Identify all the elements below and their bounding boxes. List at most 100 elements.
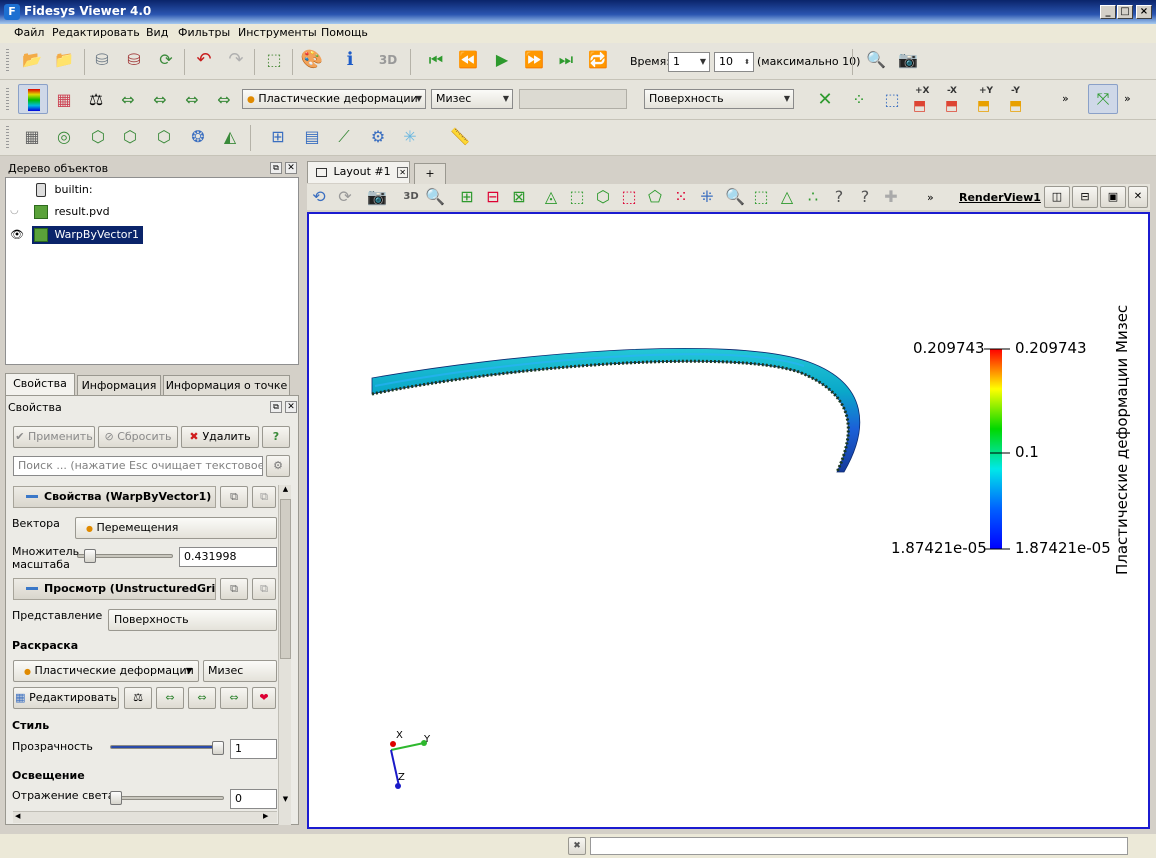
glyph-icon[interactable]: ❂ xyxy=(186,125,210,149)
scroll-left-icon[interactable]: ◀ xyxy=(15,812,20,820)
vectors-combo[interactable]: ● Перемещения xyxy=(75,517,277,539)
grow-selection-icon[interactable]: ⬚ xyxy=(749,185,773,209)
plot-over-line-icon[interactable]: ⟋ xyxy=(332,125,356,149)
eye-open-icon[interactable]: 👁 xyxy=(10,228,24,241)
section-warp-properties[interactable]: Свойства (WarpByVector1) xyxy=(13,486,216,508)
render-view[interactable]: 0.209743 0.209743 0.1 1.87421e-05 1.8742… xyxy=(307,212,1150,829)
view-forward-icon[interactable]: ⟳ xyxy=(333,185,357,209)
scale-factor-input[interactable]: 0.431998 xyxy=(179,547,277,567)
ruler-icon[interactable]: 📏 xyxy=(448,125,472,149)
opacity-slider-thumb[interactable] xyxy=(212,741,224,755)
menu-filters[interactable]: Фильтры xyxy=(178,26,230,39)
tree-item-result[interactable]: result.pvd xyxy=(34,203,110,221)
select-frustum-points-icon[interactable]: ⬚ xyxy=(617,185,641,209)
time-combo[interactable]: 1 ▼ xyxy=(668,52,710,72)
representation-property-combo[interactable]: Поверхность xyxy=(108,609,277,631)
apply-button[interactable]: ✔ Применить xyxy=(13,426,95,448)
minimize-button[interactable]: _ xyxy=(1100,5,1116,19)
edit-colormap-button[interactable]: ▦ Редактировать xyxy=(13,687,119,709)
shrink-selection-icon[interactable]: △ xyxy=(775,185,799,209)
rescale-temporal-range-icon[interactable]: ⇔ xyxy=(220,687,248,709)
component-combo[interactable]: Мизес ▼ xyxy=(431,89,513,109)
field-combo[interactable]: ● Пластические деформации ▼ xyxy=(242,89,426,109)
color-legend-toggle[interactable] xyxy=(18,84,48,114)
first-frame-icon[interactable]: ⏮ xyxy=(424,48,448,72)
delete-button[interactable]: ✖ Удалить xyxy=(181,426,259,448)
zoom-box-icon[interactable]: ⬚ xyxy=(880,88,904,112)
split-horizontal-icon[interactable]: ◫ xyxy=(1044,186,1070,208)
reset-camera-icon[interactable]: ⬚ xyxy=(262,48,286,72)
menu-help[interactable]: Помощь xyxy=(321,26,368,39)
reset-camera-icon[interactable]: ✕ xyxy=(813,88,837,112)
calculator-icon[interactable]: ▦ xyxy=(20,125,44,149)
scroll-down-icon[interactable]: ▼ xyxy=(280,795,291,807)
screenshot-zoom-icon[interactable]: 🔍 xyxy=(864,48,888,72)
representation-combo[interactable]: Поверхность ▼ xyxy=(644,89,794,109)
menu-file[interactable]: Файл xyxy=(14,26,44,39)
tab-layout-1[interactable]: Layout #1 ✕ xyxy=(307,161,410,183)
view-ym-button[interactable]: -Y ⬒ xyxy=(1005,86,1033,114)
tree-item-warp[interactable]: WarpByVector1 xyxy=(32,226,144,244)
contour-icon[interactable]: ◎ xyxy=(52,125,76,149)
favorite-icon[interactable]: ❤ xyxy=(252,687,276,709)
panel-close-icon[interactable]: ✕ xyxy=(285,162,297,174)
3d-mode-icon[interactable]: 3D xyxy=(399,185,423,209)
orientation-axes-toggle-icon[interactable]: ⤧ xyxy=(1088,84,1118,114)
open-file-icon[interactable]: 📂 xyxy=(20,48,44,72)
menu-view[interactable]: Вид xyxy=(146,26,168,39)
copy-display-icon[interactable]: ⧉ xyxy=(220,578,248,600)
close-button[interactable]: × xyxy=(1136,5,1152,19)
select-plus-icon[interactable]: ⊞ xyxy=(455,185,479,209)
choose-preset-icon[interactable]: ⚖ xyxy=(124,687,152,709)
view-xp-button[interactable]: +X ⬒ xyxy=(909,86,937,114)
camera-icon[interactable]: 📷 xyxy=(365,185,389,209)
interactive-zoom-icon[interactable]: 🔍 xyxy=(423,185,447,209)
plot-selection-icon[interactable]: ▤ xyxy=(300,125,324,149)
add-layout-tab[interactable]: + xyxy=(414,163,446,185)
redo-icon[interactable]: ↷ xyxy=(224,48,248,72)
auto-apply-icon[interactable]: ⟳ xyxy=(154,48,178,72)
reset-range-icon[interactable]: ⚖ xyxy=(84,88,108,112)
extract-selection-icon[interactable]: ⊞ xyxy=(266,125,290,149)
next-frame-icon[interactable]: ⏩ xyxy=(522,48,546,72)
paste-display-icon[interactable]: ⧉ xyxy=(252,578,276,600)
reset-button[interactable]: ⊘ Сбросить xyxy=(98,426,178,448)
loop-icon[interactable]: 🔁 xyxy=(586,48,610,72)
view-xm-button[interactable]: -X ⬒ xyxy=(941,86,969,114)
coloring-component-combo[interactable]: Мизес xyxy=(203,660,277,682)
last-frame-icon[interactable]: ⏭ xyxy=(554,48,578,72)
select-toggle-icon[interactable]: ⊠ xyxy=(507,185,531,209)
view-yp-button[interactable]: +Y ⬒ xyxy=(973,86,1001,114)
select-polygon-points-icon[interactable]: ⁙ xyxy=(669,185,693,209)
maximize-view-icon[interactable]: ▣ xyxy=(1100,186,1126,208)
horizontal-scrollbar[interactable]: ◀ ▶ xyxy=(13,811,277,823)
maximize-button[interactable]: □ xyxy=(1117,5,1133,19)
split-vertical-icon[interactable]: ⊟ xyxy=(1072,186,1098,208)
histogram-icon[interactable]: ⚙ xyxy=(366,125,390,149)
opacity-input[interactable]: 1 xyxy=(230,739,277,759)
3d-toggle-icon[interactable]: 3D xyxy=(376,48,400,72)
copy-properties-icon[interactable]: ⧉ xyxy=(220,486,248,508)
toolbar-overflow-button[interactable]: » xyxy=(1124,92,1131,105)
rescale-data-range-icon[interactable]: ⇔ xyxy=(156,687,184,709)
time-step-spinbox[interactable]: 10 ⬍ xyxy=(714,52,754,72)
scale-factor-slider-thumb[interactable] xyxy=(83,549,96,563)
hover-cells-icon[interactable]: ? xyxy=(827,185,851,209)
rescale-range-icon[interactable]: ⇔ xyxy=(116,88,140,112)
view-capture-icon[interactable]: ⟲ xyxy=(307,185,331,209)
close-view-icon[interactable]: ✕ xyxy=(1128,186,1148,208)
zoom-closest-icon[interactable]: ⁘ xyxy=(847,88,871,112)
stream-tracer-icon[interactable]: ✳ xyxy=(398,125,422,149)
specular-slider-thumb[interactable] xyxy=(110,791,122,805)
eye-closed-icon[interactable]: ◡ xyxy=(10,205,19,216)
connect-icon[interactable]: ⛁ xyxy=(90,48,114,72)
slice-icon[interactable]: ⬡ xyxy=(118,125,142,149)
panel-undock-icon[interactable]: ⧉ xyxy=(270,162,282,174)
view-toolbar-overflow[interactable]: » xyxy=(927,191,934,204)
coloring-field-combo[interactable]: ● Пластические деформации ▼ xyxy=(13,660,199,682)
scrollbar-thumb[interactable] xyxy=(280,499,291,659)
palette-icon[interactable]: 🎨 xyxy=(300,48,324,72)
save-file-icon[interactable]: 📁 xyxy=(52,48,76,72)
tree-item-builtin[interactable]: builtin: xyxy=(36,181,93,199)
tab-point-info[interactable]: Информация о точке xyxy=(163,375,290,397)
